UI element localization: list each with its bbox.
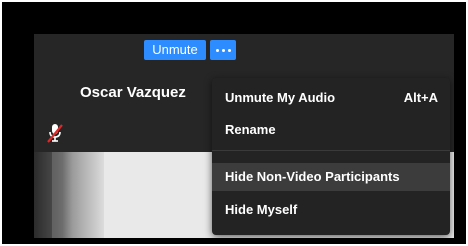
menu-item-shortcut: Alt+A — [403, 90, 438, 105]
ellipsis-dot — [227, 48, 231, 52]
video-shadow — [34, 152, 104, 238]
menu-item-label: Rename — [225, 122, 276, 137]
menu-item-label: Hide Non-Video Participants — [225, 169, 400, 184]
participant-tile: Unmute Oscar Vazquez Unmute My Audio Alt… — [34, 34, 454, 238]
menu-item-hide-myself[interactable]: Hide Myself — [212, 196, 450, 224]
menu-item-label: Hide Myself — [225, 202, 298, 217]
menu-item-rename[interactable]: Rename — [212, 116, 450, 144]
participant-context-menu: Unmute My Audio Alt+A Rename Hide Non-Vi… — [212, 78, 450, 235]
menu-item-unmute-my-audio[interactable]: Unmute My Audio Alt+A — [212, 84, 450, 112]
menu-item-hide-non-video-participants[interactable]: Hide Non-Video Participants — [212, 163, 450, 191]
unmute-button[interactable]: Unmute — [144, 40, 206, 60]
ellipsis-dot — [221, 48, 225, 52]
participant-name: Oscar Vazquez — [80, 84, 186, 101]
screenshot-frame: Unmute Oscar Vazquez Unmute My Audio Alt… — [2, 2, 466, 244]
menu-divider — [212, 150, 450, 151]
ellipsis-icon — [215, 48, 219, 52]
muted-microphone-icon — [47, 124, 63, 143]
more-options-button[interactable] — [210, 40, 236, 60]
menu-item-label: Unmute My Audio — [225, 90, 336, 105]
video-stripe — [52, 152, 62, 238]
